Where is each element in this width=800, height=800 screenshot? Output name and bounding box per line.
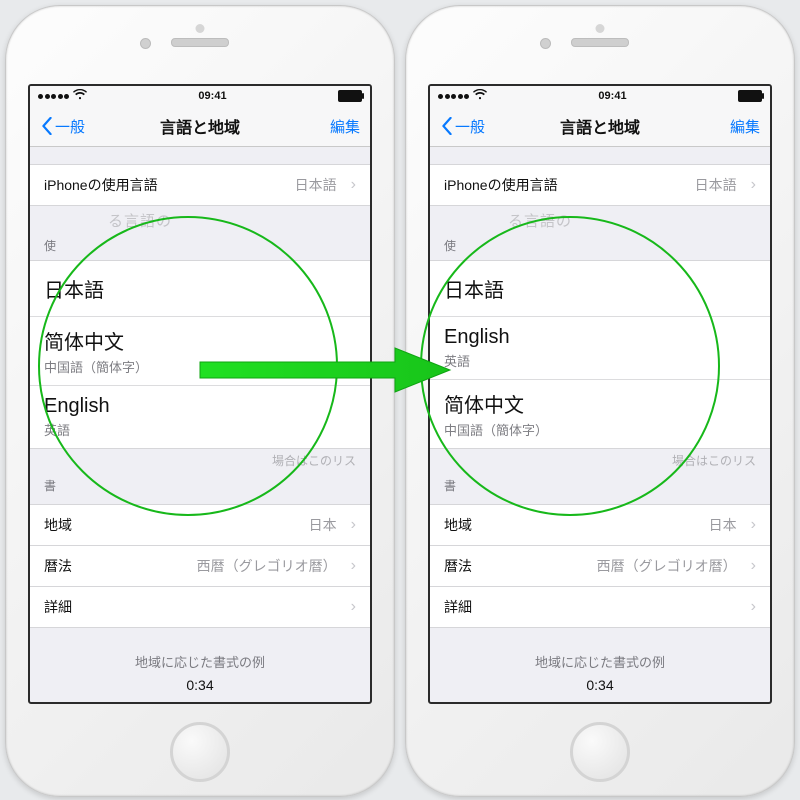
lang-native: 简体中文: [44, 326, 356, 355]
back-button[interactable]: 一般: [40, 116, 85, 137]
content: iPhoneの使用言語 日本語› る言語の 使 日本語 简体中文 中国語（簡体字…: [30, 146, 370, 702]
edit-button[interactable]: 編集: [730, 116, 760, 137]
lang-native: 简体中文: [444, 389, 756, 418]
format-example-time: 0:34: [430, 677, 770, 693]
lang-local: 中国語（簡体字）: [444, 420, 756, 439]
region-group: 地域 日本› 暦法 西暦（グレゴリオ暦）› 詳細 ›: [430, 504, 770, 628]
lang-native: English: [44, 395, 356, 418]
chevron-right-icon: ›: [351, 598, 356, 616]
section-label-usage: 使: [430, 233, 770, 260]
status-bar: 09:41: [430, 86, 770, 106]
chevron-right-icon: ›: [351, 176, 356, 194]
wifi-icon: [73, 89, 87, 103]
status-bar: 09:41: [30, 86, 370, 106]
ghost-header: る言語の: [430, 206, 770, 233]
cell-label: 暦法: [44, 556, 72, 576]
nav-bar: 一般 言語と地域 編集: [430, 106, 770, 147]
lang-row-1[interactable]: 简体中文 中国語（簡体字）: [30, 317, 370, 386]
preferred-language-list[interactable]: 日本語 简体中文 中国語（簡体字） English 英語: [30, 260, 370, 449]
cell-region[interactable]: 地域 日本›: [430, 504, 770, 545]
chevron-right-icon: ›: [751, 557, 756, 575]
chevron-right-icon: ›: [351, 557, 356, 575]
signal-icon: [438, 94, 469, 99]
cell-label: 詳細: [444, 597, 472, 617]
lang-local: 英語: [44, 420, 356, 439]
section-label-settings: 書: [30, 469, 370, 496]
cell-advanced[interactable]: 詳細 ›: [430, 586, 770, 628]
cell-label: iPhoneの使用言語: [44, 175, 158, 195]
earpiece-speaker: [571, 38, 629, 47]
lang-native: 日本語: [444, 274, 756, 303]
lang-row-1[interactable]: English 英語: [430, 317, 770, 380]
lang-native: English: [444, 326, 756, 349]
ghost-header: る言語の: [30, 206, 370, 233]
front-camera: [540, 38, 551, 49]
cell-calendar[interactable]: 暦法 西暦（グレゴリオ暦）›: [430, 545, 770, 586]
phone-right: 09:41 一般 言語と地域 編集 iPhoneの使用言語 日本語›: [405, 5, 795, 797]
section-label-usage: 使: [30, 233, 370, 260]
lang-native: 日本語: [44, 274, 356, 303]
chevron-right-icon: ›: [751, 516, 756, 534]
back-label: 一般: [455, 116, 485, 137]
note-fragment: 場合はこのリス: [30, 449, 370, 469]
format-example-time: 0:34: [30, 677, 370, 693]
format-example-label: 地域に応じた書式の例: [30, 652, 370, 671]
note-fragment: 場合はこのリス: [430, 449, 770, 469]
signal-icon: [38, 94, 69, 99]
lang-local: 英語: [444, 351, 756, 370]
cell-label: 詳細: [44, 597, 72, 617]
screen: 09:41 一般 言語と地域 編集 iPhoneの使用言語 日本語›: [28, 84, 372, 704]
lang-local: 中国語（簡体字）: [44, 357, 356, 376]
screen: 09:41 一般 言語と地域 編集 iPhoneの使用言語 日本語›: [428, 84, 772, 704]
cell-value: 西暦（グレゴリオ暦）›: [197, 556, 356, 576]
nav-bar: 一般 言語と地域 編集: [30, 106, 370, 147]
front-camera: [140, 38, 151, 49]
chevron-left-icon: [40, 117, 54, 135]
cell-label: iPhoneの使用言語: [444, 175, 558, 195]
lang-row-2[interactable]: English 英語: [30, 386, 370, 449]
cell-value: 日本語›: [295, 175, 356, 195]
cell-value: 西暦（グレゴリオ暦）›: [597, 556, 756, 576]
chevron-left-icon: [440, 117, 454, 135]
battery-icon: [338, 90, 362, 102]
section-label-settings: 書: [430, 469, 770, 496]
region-group: 地域 日本› 暦法 西暦（グレゴリオ暦）› 詳細 ›: [30, 504, 370, 628]
cell-value: 日本›: [309, 515, 356, 535]
format-example-label: 地域に応じた書式の例: [430, 652, 770, 671]
back-button[interactable]: 一般: [440, 116, 485, 137]
chevron-right-icon: ›: [351, 516, 356, 534]
cell-label: 暦法: [444, 556, 472, 576]
cell-value: 日本語›: [695, 175, 756, 195]
preferred-language-list[interactable]: 日本語 English 英語 简体中文 中国語（簡体字）: [430, 260, 770, 449]
cell-advanced[interactable]: 詳細 ›: [30, 586, 370, 628]
battery-icon: [738, 90, 762, 102]
edit-button[interactable]: 編集: [330, 116, 360, 137]
cell-label: 地域: [444, 515, 472, 535]
chevron-right-icon: ›: [751, 176, 756, 194]
cell-label: 地域: [44, 515, 72, 535]
lang-row-0[interactable]: 日本語: [30, 261, 370, 317]
cell-iphone-language[interactable]: iPhoneの使用言語 日本語›: [430, 164, 770, 206]
proximity-sensor: [596, 24, 605, 33]
lang-row-2[interactable]: 简体中文 中国語（簡体字）: [430, 380, 770, 449]
chevron-right-icon: ›: [751, 598, 756, 616]
proximity-sensor: [196, 24, 205, 33]
cell-iphone-language[interactable]: iPhoneの使用言語 日本語›: [30, 164, 370, 206]
cell-region[interactable]: 地域 日本›: [30, 504, 370, 545]
home-button[interactable]: [170, 722, 230, 782]
status-time: 09:41: [198, 90, 226, 102]
lang-row-0[interactable]: 日本語: [430, 261, 770, 317]
earpiece-speaker: [171, 38, 229, 47]
cell-value: 日本›: [709, 515, 756, 535]
cell-calendar[interactable]: 暦法 西暦（グレゴリオ暦）›: [30, 545, 370, 586]
page-title: 言語と地域: [160, 114, 240, 138]
home-button[interactable]: [570, 722, 630, 782]
back-label: 一般: [55, 116, 85, 137]
status-time: 09:41: [598, 90, 626, 102]
phone-left: 09:41 一般 言語と地域 編集 iPhoneの使用言語 日本語›: [5, 5, 395, 797]
wifi-icon: [473, 89, 487, 103]
content: iPhoneの使用言語 日本語› る言語の 使 日本語 English 英語: [430, 146, 770, 702]
page-title: 言語と地域: [560, 114, 640, 138]
